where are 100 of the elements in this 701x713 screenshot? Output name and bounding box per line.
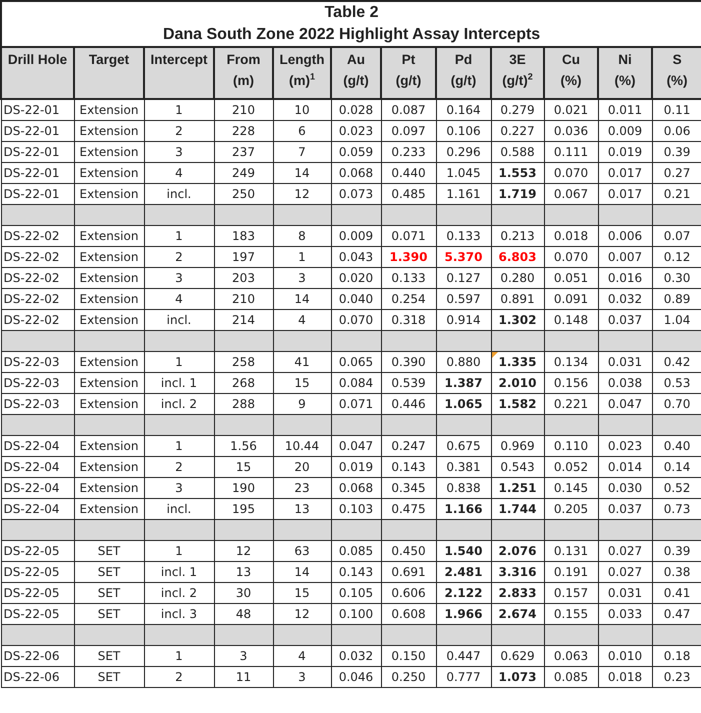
table-cell: 268: [214, 372, 273, 394]
table-cell: Extension: [74, 372, 144, 394]
table-cell: 14: [273, 288, 331, 310]
table-cell: 258: [214, 352, 273, 372]
table-cell: 0.145: [544, 478, 598, 498]
table-cell: DS-22-04: [1, 456, 74, 478]
table-cell: incl. 2: [144, 582, 214, 604]
table-cell: 0.027: [598, 540, 652, 562]
table-cell: 0.030: [598, 478, 652, 498]
table-cell: 0.019: [331, 456, 381, 478]
table-cell: 0.777: [436, 666, 491, 688]
table-cell: 0.880: [436, 352, 491, 372]
table-cell: 1.553: [491, 162, 544, 184]
table-cell: Extension: [74, 226, 144, 246]
table-cell: 0.280: [491, 268, 544, 288]
table-cell: Extension: [74, 246, 144, 268]
table-cell: 1: [144, 436, 214, 456]
table-cell: 7: [273, 142, 331, 162]
table-cell: SET: [74, 666, 144, 688]
table-cell: DS-22-04: [1, 478, 74, 498]
table-cell: 2.481: [436, 562, 491, 582]
table-cell: 20: [273, 456, 331, 478]
table-cell: 0.016: [598, 268, 652, 288]
table-cell: 0.068: [331, 162, 381, 184]
table-cell: Extension: [74, 478, 144, 498]
table-cell: 0.227: [491, 120, 544, 142]
table-cell: 228: [214, 120, 273, 142]
table-cell: 0.131: [544, 540, 598, 562]
table-cell: DS-22-01: [1, 99, 74, 120]
table-cell: 14: [273, 162, 331, 184]
column-header: Intercept: [144, 47, 214, 99]
table-cell: SET: [74, 540, 144, 562]
table-cell: DS-22-02: [1, 288, 74, 310]
table-cell: 0.031: [598, 352, 652, 372]
table-cell: 10.44: [273, 436, 331, 456]
table-cell: 0.279: [491, 99, 544, 120]
table-cell: DS-22-02: [1, 226, 74, 246]
table-cell: 3: [214, 646, 273, 666]
table-cell: 1: [273, 246, 331, 268]
table-cell: 0.127: [436, 268, 491, 288]
table-cell: 1.390: [381, 246, 436, 268]
table-cell: 0.063: [544, 646, 598, 666]
table-cell: 15: [214, 456, 273, 478]
table-cell: 0.254: [381, 288, 436, 310]
table-cell: 0.027: [598, 562, 652, 582]
table-cell: 4: [144, 288, 214, 310]
table-cell: 0.156: [544, 372, 598, 394]
table-cell: 0.038: [598, 372, 652, 394]
table-cell: 0.143: [331, 562, 381, 582]
column-header: Cu (%): [544, 47, 598, 99]
table-cell: 0.070: [544, 246, 598, 268]
table-cell: DS-22-02: [1, 246, 74, 268]
table-cell: 3: [144, 478, 214, 498]
table-cell: 0.014: [598, 456, 652, 478]
table-cell: 2: [144, 246, 214, 268]
column-header: Drill Hole: [1, 47, 74, 99]
table-cell: DS-22-02: [1, 268, 74, 288]
table-cell: 0.969: [491, 436, 544, 456]
table-cell: 3: [273, 666, 331, 688]
table-cell: 10: [273, 99, 331, 120]
table-cell: 0.085: [331, 540, 381, 562]
table-cell: 0.018: [544, 226, 598, 246]
table-cell: 2: [144, 120, 214, 142]
table-cell: 190: [214, 478, 273, 498]
table-cell: 3: [273, 268, 331, 288]
table-cell: 0.097: [381, 120, 436, 142]
table-cell: 0.390: [381, 352, 436, 372]
table-cell: DS-22-03: [1, 372, 74, 394]
table-cell: 0.597: [436, 288, 491, 310]
table-cell: 0.043: [331, 246, 381, 268]
column-header: Pt (g/t): [381, 47, 436, 99]
table-cell: 0.047: [331, 436, 381, 456]
table-cell: 0.296: [436, 142, 491, 162]
column-header: Au (g/t): [331, 47, 381, 99]
table-subheading: Dana South Zone 2022 Highlight Assay Intercepts: [162, 25, 542, 45]
table-cell: 0.023: [598, 436, 652, 456]
table-cell: 0.838: [436, 478, 491, 498]
table-cell: 1.045: [436, 162, 491, 184]
table-cell: 0.031: [598, 582, 652, 604]
table-cell: 0.052: [544, 456, 598, 478]
column-header: Ni (%): [598, 47, 652, 99]
column-header: Length (m)$^{1}$: [273, 47, 331, 99]
table-cell: 2.076: [491, 540, 544, 562]
table-cell: 13: [214, 562, 273, 582]
table-cell: 0.009: [331, 226, 381, 246]
column-header: S (%): [652, 47, 701, 99]
table-cell: 0.247: [381, 436, 436, 456]
table-cell: 1: [144, 99, 214, 120]
table-cell: 237: [214, 142, 273, 162]
table-cell: Extension: [74, 352, 144, 372]
table-cell: SET: [74, 646, 144, 666]
table-cell: 0.046: [331, 666, 381, 688]
table-cell: 0.539: [381, 372, 436, 394]
column-header: Pd (g/t): [436, 47, 491, 99]
table-cell: 0.250: [381, 666, 436, 688]
table-cell: 0.440: [381, 162, 436, 184]
table-cell: 6: [273, 120, 331, 142]
table-cell: 197: [214, 246, 273, 268]
table-cell: 0.891: [491, 288, 544, 310]
table-cell: 1.56: [214, 436, 273, 456]
